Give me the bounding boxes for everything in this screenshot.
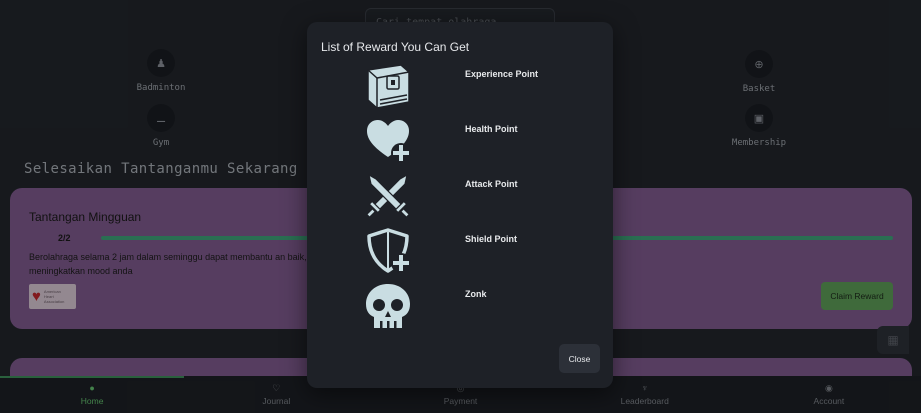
modal-title: List of Reward You Can Get bbox=[321, 40, 470, 54]
book-icon bbox=[367, 64, 410, 109]
close-button[interactable]: Close bbox=[559, 344, 600, 373]
reward-name: Experience Point bbox=[465, 69, 539, 79]
reward-item-experience: Experience Point bbox=[307, 62, 613, 112]
reward-item-shield: Shield Point bbox=[307, 227, 613, 277]
skull-icon bbox=[366, 284, 410, 328]
reward-name: Zonk bbox=[465, 289, 487, 299]
crossed-swords-icon bbox=[365, 173, 411, 219]
reward-item-attack: Attack Point bbox=[307, 172, 613, 222]
reward-name: Health Point bbox=[465, 124, 518, 134]
shield-plus-icon bbox=[367, 228, 411, 273]
reward-name: Attack Point bbox=[465, 179, 518, 189]
reward-item-zonk: Zonk bbox=[307, 282, 613, 332]
heart-plus-icon bbox=[367, 120, 411, 163]
reward-item-health: Health Point bbox=[307, 117, 613, 167]
reward-name: Shield Point bbox=[465, 234, 518, 244]
reward-list-modal: List of Reward You Can Get Experience Po… bbox=[307, 22, 613, 388]
